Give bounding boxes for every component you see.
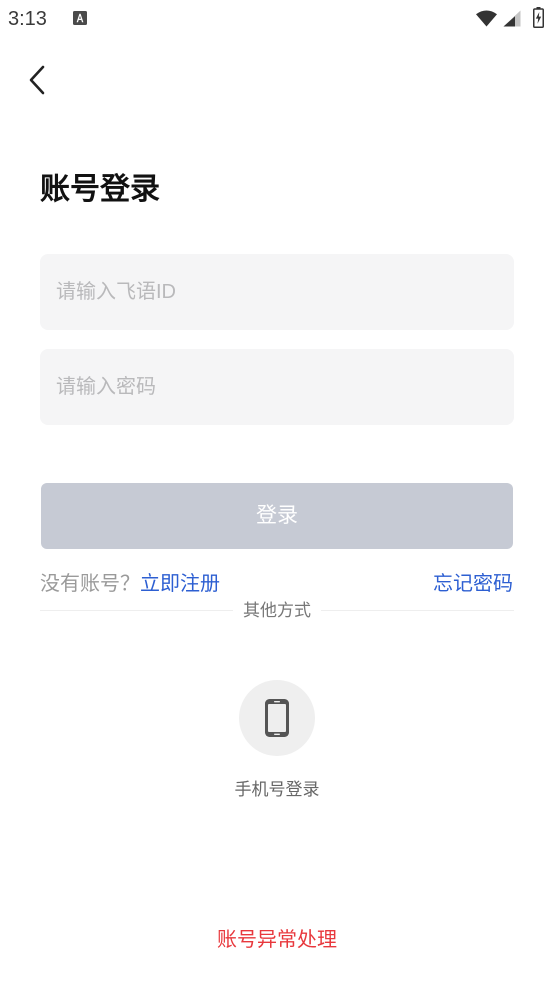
feiyu-id-input[interactable] xyxy=(40,254,514,330)
phone-login-option[interactable]: 手机号登录 xyxy=(217,680,337,804)
chevron-left-icon xyxy=(28,65,46,95)
other-methods-label: 其他方式 xyxy=(233,598,321,624)
account-issue-link[interactable]: 账号异常处理 xyxy=(0,926,554,954)
login-screen: 3:13 账号登录 请输入飞语ID 登录 没有账号？立即注册 忘记密码 其他方式… xyxy=(0,0,554,985)
phone-login-circle[interactable] xyxy=(239,680,315,756)
register-link[interactable]: 立即注册 xyxy=(140,573,220,595)
wifi-icon xyxy=(476,10,497,27)
phone-icon xyxy=(264,698,290,738)
page-title: 账号登录 xyxy=(40,173,160,206)
phone-login-label: 手机号登录 xyxy=(234,780,320,799)
login-button[interactable]: 登录 xyxy=(41,483,513,549)
password-field[interactable] xyxy=(40,349,514,425)
forgot-password-link[interactable]: 忘记密码 xyxy=(433,570,513,598)
a-box-icon xyxy=(73,11,87,25)
back-button[interactable] xyxy=(24,60,54,100)
no-account-text: 没有账号？ xyxy=(40,573,140,595)
feiyu-id-field[interactable] xyxy=(40,254,514,330)
status-time: 3:13 xyxy=(8,8,47,30)
battery-charging-icon xyxy=(533,7,544,28)
other-methods-divider: 其他方式 xyxy=(40,598,514,624)
password-input[interactable] xyxy=(40,349,514,425)
account-links-row: 没有账号？立即注册 忘记密码 xyxy=(40,570,514,598)
signal-icon xyxy=(503,10,521,27)
